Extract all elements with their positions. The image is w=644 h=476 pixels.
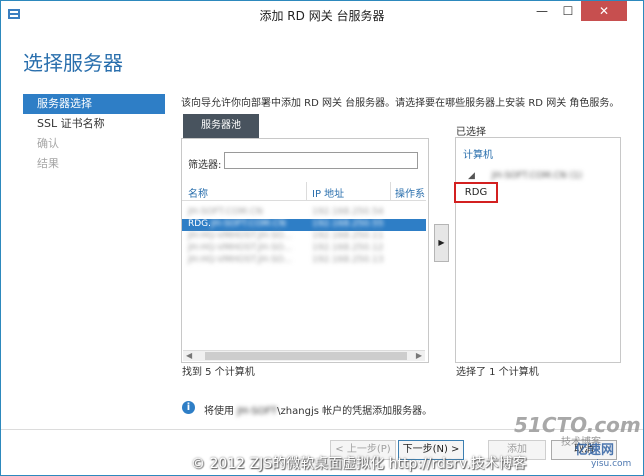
- page-title: 选择服务器: [23, 51, 123, 75]
- selected-column-header: 计算机: [463, 150, 493, 161]
- dialog-window: 添加 RD 网关 台服务器 — ☐ ✕ 选择服务器 服务器选择 SSL 证书名称…: [0, 0, 644, 476]
- step-results: 结果: [37, 157, 59, 170]
- info-domain: JH-SOFT: [237, 406, 278, 417]
- server-grid-header: 名称 IP 地址 操作系: [182, 182, 426, 201]
- server-name: JH-HQ-VMHOST.JH-SO...: [188, 243, 292, 253]
- server-name: JH-SOFT.COM.CN: [188, 207, 263, 217]
- server-name: JH-HQ-VMHOST.JH-SO...: [188, 231, 292, 241]
- collapse-triangle-icon[interactable]: ◢: [468, 171, 475, 181]
- column-divider: [390, 182, 391, 200]
- horizontal-scrollbar[interactable]: ◀ ▶: [183, 350, 425, 361]
- info-prefix: 将使用: [204, 406, 234, 417]
- table-row[interactable]: JH-SOFT.COM.CN 192.168.250.54: [182, 207, 426, 219]
- tab-server-pool[interactable]: 服务器池: [183, 114, 259, 138]
- server-name-suffix: JH-SOFT.COM.CN: [211, 219, 286, 229]
- selected-label: 已选择: [456, 127, 486, 138]
- server-name: JH-HQ-VMHOST.JH-SO...: [188, 255, 292, 265]
- table-row[interactable]: JH-HQ-VMHOST.JH-SO... 192.168.250.13: [182, 255, 426, 267]
- add-server-button[interactable]: ▶: [434, 224, 449, 262]
- copyright-watermark: © 2012 ZJS的微软桌面虚拟化 http://rdsrv.技术博客: [191, 456, 527, 472]
- domain-name: JH-SOFT.COM.CN (1): [491, 171, 583, 181]
- info-suffix: \zhangjs 帐户的凭据添加服务器。: [277, 406, 433, 417]
- minimize-button[interactable]: —: [529, 1, 555, 21]
- step-ssl-certificate-name[interactable]: SSL 证书名称: [23, 114, 165, 134]
- domain-group[interactable]: ◢ JH-SOFT.COM.CN (1): [468, 171, 582, 181]
- server-ip: 192.168.250.13: [312, 255, 384, 265]
- info-icon: i: [182, 401, 195, 414]
- close-button[interactable]: ✕: [581, 1, 627, 21]
- watermark-site: 亿速网: [575, 443, 615, 458]
- server-ip: 192.168.250.55: [312, 219, 384, 229]
- scroll-left-icon[interactable]: ◀: [186, 351, 192, 361]
- step-server-selection[interactable]: 服务器选择: [23, 94, 165, 114]
- title-bar: 添加 RD 网关 台服务器 — ☐ ✕: [1, 1, 643, 31]
- selected-count: 选择了 1 个计算机: [456, 367, 539, 378]
- table-row[interactable]: RDG.JH-SOFT.COM.CN 192.168.250.55: [182, 219, 426, 231]
- wizard-description: 该向导允许你向部署中添加 RD 网关 台服务器。请选择要在哪些服务器上安装 RD…: [181, 98, 620, 109]
- table-row[interactable]: JH-HQ-VMHOST.JH-SO... 192.168.250.12: [182, 243, 426, 255]
- column-header-name[interactable]: 名称: [188, 185, 208, 200]
- credentials-info: 将使用 JH-SOFT\zhangjs 帐户的凭据添加服务器。: [204, 402, 432, 417]
- filter-label: 筛选器:: [188, 160, 222, 171]
- table-row[interactable]: JH-HQ-VMHOST.JH-SO... 192.168.250.11: [182, 231, 426, 243]
- server-pool-panel: 筛选器: 名称 IP 地址 操作系 JH-SOFT.COM.CN 192.168…: [181, 138, 429, 363]
- server-name: RDG.JH-SOFT.COM.CN: [188, 219, 286, 229]
- column-divider: [306, 182, 307, 200]
- column-header-ip[interactable]: IP 地址: [312, 185, 344, 200]
- filter-input[interactable]: [224, 152, 418, 169]
- maximize-button[interactable]: ☐: [555, 1, 581, 21]
- column-header-os[interactable]: 操作系: [395, 185, 425, 200]
- watermark-url: yisu.com: [591, 459, 632, 469]
- selected-computer-item[interactable]: RDG: [454, 182, 498, 203]
- server-ip: 192.168.250.11: [312, 231, 384, 241]
- server-ip: 192.168.250.12: [312, 243, 384, 253]
- step-confirmation: 确认: [37, 137, 59, 150]
- server-list: JH-SOFT.COM.CN 192.168.250.54 RDG.JH-SOF…: [182, 207, 426, 267]
- server-name-prefix: RDG.: [188, 219, 212, 229]
- server-ip: 192.168.250.54: [312, 207, 384, 217]
- wizard-steps: 服务器选择 SSL 证书名称 确认 结果: [23, 94, 165, 174]
- scroll-right-icon[interactable]: ▶: [416, 351, 422, 361]
- found-count: 找到 5 个计算机: [182, 367, 255, 378]
- selected-computers-panel: 计算机 ◢ JH-SOFT.COM.CN (1) RDG: [454, 137, 621, 363]
- scroll-thumb[interactable]: [205, 352, 407, 360]
